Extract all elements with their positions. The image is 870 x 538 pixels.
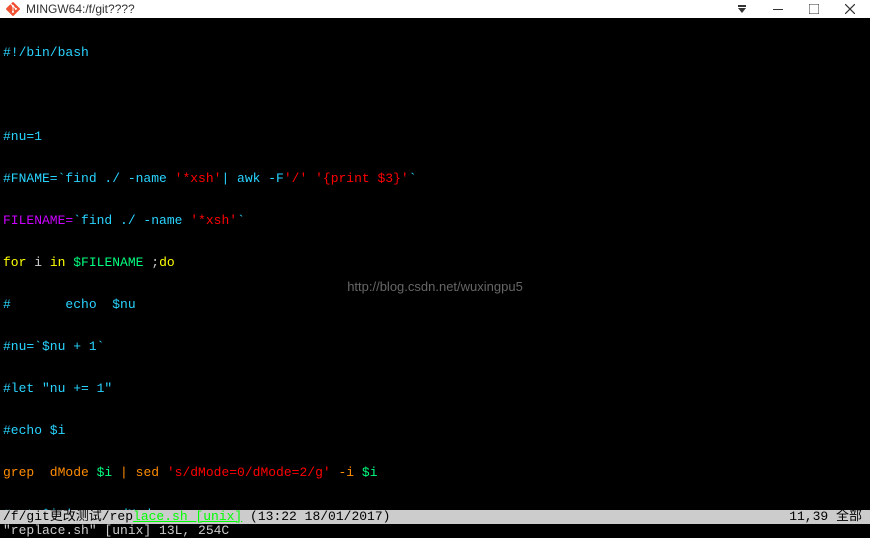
code-comment: #echo $i [3, 423, 65, 438]
code-keyword: for [3, 255, 26, 270]
vim-status-line: /f/git更改测试/replace.sh [unix] (13:22 18/0… [0, 510, 870, 524]
code-shebang: #!/bin/bash [3, 45, 89, 60]
app-icon [6, 2, 20, 16]
code-string: '*xsh' [175, 171, 222, 186]
window-titlebar: MINGW64:/f/git???? [0, 0, 870, 18]
watermark-text: http://blog.csdn.net/wuxingpu5 [0, 280, 870, 294]
code-command: grep dMode [3, 465, 97, 480]
code-blank-line [0, 88, 870, 102]
code-comment: #nu=`$nu + 1` [3, 339, 104, 354]
status-file-info: /f/git更改测试/replace.sh [unix] (13:22 18/0… [3, 510, 390, 524]
titlebar-controls [724, 0, 868, 18]
maximize-button[interactable] [796, 0, 832, 18]
code-var: FILENAME= [3, 213, 73, 228]
code-comment: #FNAME=`find ./ -name [3, 171, 175, 186]
status-cursor-position: 11,39 全部 [789, 510, 870, 524]
titlebar-left: MINGW64:/f/git???? [6, 2, 135, 16]
minimize-button[interactable] [760, 0, 796, 18]
window-title: MINGW64:/f/git???? [26, 2, 135, 16]
code-comment: #nu=1 [3, 129, 42, 144]
vim-command-line: "replace.sh" [unix] 13L, 254C [0, 524, 870, 538]
close-button[interactable] [832, 0, 868, 18]
terminal-area[interactable]: #!/bin/bash #nu=1 #FNAME=`find ./ -name … [0, 18, 870, 538]
code-variable: $FILENAME [73, 255, 143, 270]
code-comment: # echo $nu [3, 297, 136, 312]
code-comment: #let "nu += 1" [3, 381, 112, 396]
scroll-down-icon[interactable] [724, 0, 760, 18]
